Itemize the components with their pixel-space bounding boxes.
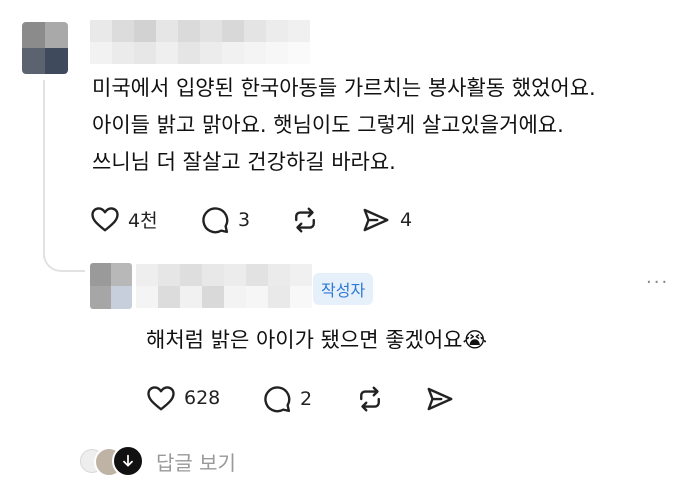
reply-comment-count: 2 (300, 388, 313, 410)
heart-icon (91, 207, 119, 232)
thread-line-vertical (43, 80, 45, 258)
send-icon (363, 208, 389, 232)
reply-like-button[interactable]: 628 (146, 384, 220, 412)
comment-bubble-icon (202, 207, 229, 234)
repost-icon (295, 207, 315, 233)
like-button[interactable]: 4천 (90, 205, 158, 233)
comment-line-3: 쓰니님 더 잘살고 건강하길 바라요. (92, 150, 396, 174)
reply-like-count: 628 (184, 387, 221, 409)
author-badge: 작성자 (313, 273, 374, 305)
reply-text: 해처럼 밝은 아이가 됐으면 좋겠어요😭 (146, 322, 487, 359)
arrow-down-icon (112, 445, 144, 477)
reply-repost-button[interactable] (354, 384, 386, 414)
crying-emoji: 😭 (462, 328, 488, 352)
comment-bubble-icon (264, 386, 291, 413)
reply-comment-button[interactable]: 2 (262, 384, 312, 414)
avatar[interactable] (22, 22, 68, 74)
send-icon (427, 387, 453, 411)
reply-share-button[interactable] (424, 384, 456, 414)
username-blurred[interactable] (90, 20, 310, 64)
reply-avatars-stack[interactable] (80, 445, 144, 477)
share-button[interactable]: 4 (360, 205, 412, 235)
reply-username-blurred[interactable] (136, 264, 312, 308)
repost-icon (360, 386, 380, 412)
repost-button[interactable] (289, 205, 321, 235)
comment-line-1: 미국에서 입양된 한국아동들 가르치는 봉사활동 했었어요. (92, 76, 596, 100)
comment-button[interactable]: 3 (200, 205, 250, 235)
reply-avatar[interactable] (90, 263, 132, 309)
reply-text-content: 해처럼 밝은 아이가 됐으면 좋겠어요 (146, 328, 463, 352)
comment-count: 3 (238, 209, 251, 231)
more-icon[interactable]: ··· (646, 272, 669, 293)
view-replies-link[interactable]: 답글 보기 (156, 447, 236, 476)
thread-line-curve (43, 240, 85, 272)
comment-line-2: 아이들 밝고 맑아요. 햇님이도 그렇게 살고있을거에요. (92, 113, 564, 137)
like-count: 4천 (128, 209, 158, 232)
share-count: 4 (400, 209, 413, 231)
heart-icon (147, 386, 175, 411)
